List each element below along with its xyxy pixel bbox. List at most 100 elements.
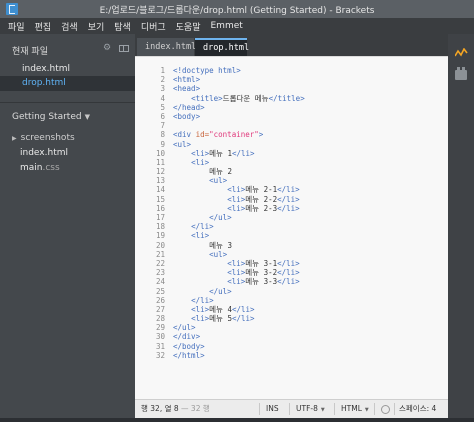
working-file-drop-html[interactable]: drop.html — [0, 76, 135, 91]
line-number: 7 — [160, 121, 165, 131]
project-dropdown[interactable]: Getting Started ▼ — [12, 112, 90, 122]
right-toolbar — [448, 34, 474, 422]
language-select[interactable]: HTML ▼ — [341, 400, 369, 418]
line-number: 6 — [160, 111, 165, 121]
language-label: HTML — [341, 404, 362, 413]
status-bar: 행 32, 열 8 — 32 행 INS UTF-8 ▼ HTML ▼ 스페이스: … — [135, 399, 448, 418]
code-line: <li>메뉴 4</li> — [191, 304, 255, 314]
code-line: </div> — [173, 332, 201, 342]
tree-item-ext: .css — [42, 163, 60, 173]
code-line: <title>드롭다운 메뉴</title> — [191, 93, 305, 103]
code-line: <div id="container"> — [173, 130, 264, 140]
code-line: <ul> — [209, 249, 228, 259]
tree-item-label: index — [20, 148, 45, 158]
code-line: <li>메뉴 2-1</li> — [227, 185, 300, 195]
code-line: 메뉴 2 — [173, 167, 232, 177]
tree-item-label: main — [20, 163, 43, 173]
tree-item-ext: .html — [44, 148, 68, 158]
tree-file-index[interactable]: index.html — [20, 146, 68, 160]
extension-manager-icon[interactable] — [455, 67, 467, 80]
line-number: 11 — [155, 157, 165, 167]
line-number: 8 — [160, 130, 165, 140]
line-number: 27 — [155, 304, 165, 314]
line-number: 5 — [160, 102, 165, 112]
line-number: 23 — [155, 268, 165, 278]
tab-drop-html[interactable]: drop.html — [195, 38, 249, 56]
indent-setting[interactable]: 스페이스: 4 — [399, 400, 436, 418]
window-title: E:/업로드/블로그/드롭다운/drop.html (Getting Start… — [99, 6, 375, 16]
tree-folder-screenshots[interactable]: ▶ screenshots — [12, 131, 75, 145]
project-name: Getting Started — [12, 112, 82, 122]
chevron-down-icon: ▼ — [320, 407, 325, 413]
code-line: 메뉴 3 — [173, 240, 232, 250]
line-number: 9 — [160, 139, 165, 149]
working-file-index-html[interactable]: index.html — [0, 62, 135, 77]
line-number: 30 — [155, 332, 165, 342]
code-line: <li>메뉴 1</li> — [191, 148, 255, 158]
tab-bar: index.html drop.html — [135, 34, 448, 56]
tree-file-main[interactable]: main.css — [20, 161, 60, 175]
cursor-position-text: 행 32, 열 8 — [141, 404, 179, 413]
menu-find[interactable]: 검색 — [61, 20, 78, 33]
menu-file[interactable]: 파일 — [8, 20, 25, 33]
line-number: 10 — [155, 148, 165, 158]
line-number: 4 — [160, 93, 165, 103]
code-line: <li>메뉴 3-1</li> — [227, 258, 300, 268]
gear-icon[interactable]: ⚙ — [103, 44, 112, 53]
code-line: </li> — [191, 295, 214, 305]
encoding-select[interactable]: UTF-8 ▼ — [296, 400, 325, 418]
line-number: 3 — [160, 84, 165, 94]
line-number: 24 — [155, 277, 165, 287]
code-line: <head> — [173, 84, 201, 94]
code-line: </html> — [173, 350, 205, 360]
code-line: <ul> — [173, 139, 192, 149]
lint-status-icon[interactable] — [381, 405, 390, 414]
split-view-icon[interactable] — [119, 45, 129, 52]
line-number: 1 — [160, 66, 165, 75]
code-line: </ul> — [209, 213, 232, 222]
line-number: 16 — [155, 203, 165, 213]
working-files-header: 현재 파일 — [12, 47, 48, 57]
line-number: 31 — [155, 341, 165, 351]
chevron-right-icon: ▶ — [12, 135, 17, 142]
sidebar: 현재 파일 ⚙ index.html drop.html Getting Sta… — [0, 34, 135, 422]
code-line: </head> — [173, 102, 205, 112]
code-line: </ul> — [209, 286, 232, 296]
code-line: </li> — [191, 222, 214, 232]
line-number: 14 — [155, 185, 165, 195]
line-number: 20 — [155, 240, 165, 250]
divider — [0, 102, 135, 103]
tab-index-html[interactable]: index.html — [137, 38, 196, 56]
chevron-down-icon: ▼ — [364, 407, 369, 413]
line-number: 26 — [155, 295, 165, 305]
code-line: <li>메뉴 3-3</li> — [227, 277, 300, 287]
menu-help[interactable]: 도움말 — [176, 20, 201, 33]
code-line: <li>메뉴 2-3</li> — [227, 203, 300, 213]
window-bottom-edge — [0, 418, 474, 422]
insert-mode-toggle[interactable]: INS — [266, 400, 279, 418]
line-number: 29 — [155, 323, 165, 333]
code-line: <ul> — [209, 176, 228, 186]
menu-debug[interactable]: 디버그 — [141, 20, 166, 33]
divider — [259, 403, 260, 415]
cursor-position: 행 32, 열 8 — 32 행 — [141, 400, 210, 418]
divider — [374, 403, 375, 415]
menu-bar: 파일 편집 검색 보기 탐색 디버그 도움말 Emmet — [0, 18, 474, 34]
code-line: <!doctype html> — [173, 66, 241, 75]
live-preview-icon[interactable] — [455, 48, 468, 58]
code-line: <li>메뉴 3-2</li> — [227, 268, 300, 278]
code-content[interactable]: <!doctype html> <html> <head> <title>드롭다… — [173, 66, 443, 360]
code-editor[interactable]: 1 2 3 4 5 6 7 8 9 10 11 12 13 14 15 16 17 18 19 20 21 22 23 24 2… — [135, 56, 448, 399]
line-number: 15 — [155, 194, 165, 204]
code-line: <li> — [191, 231, 210, 241]
menu-emmet[interactable]: Emmet — [211, 21, 243, 31]
line-number: 19 — [155, 231, 165, 241]
menu-view[interactable]: 보기 — [88, 20, 105, 33]
line-number: 18 — [155, 222, 165, 232]
encoding-label: UTF-8 — [296, 404, 318, 413]
menu-edit[interactable]: 편집 — [35, 20, 52, 33]
divider — [289, 403, 290, 415]
menu-navigate[interactable]: 탐색 — [114, 20, 131, 33]
code-line: <li>메뉴 5</li> — [191, 314, 255, 324]
